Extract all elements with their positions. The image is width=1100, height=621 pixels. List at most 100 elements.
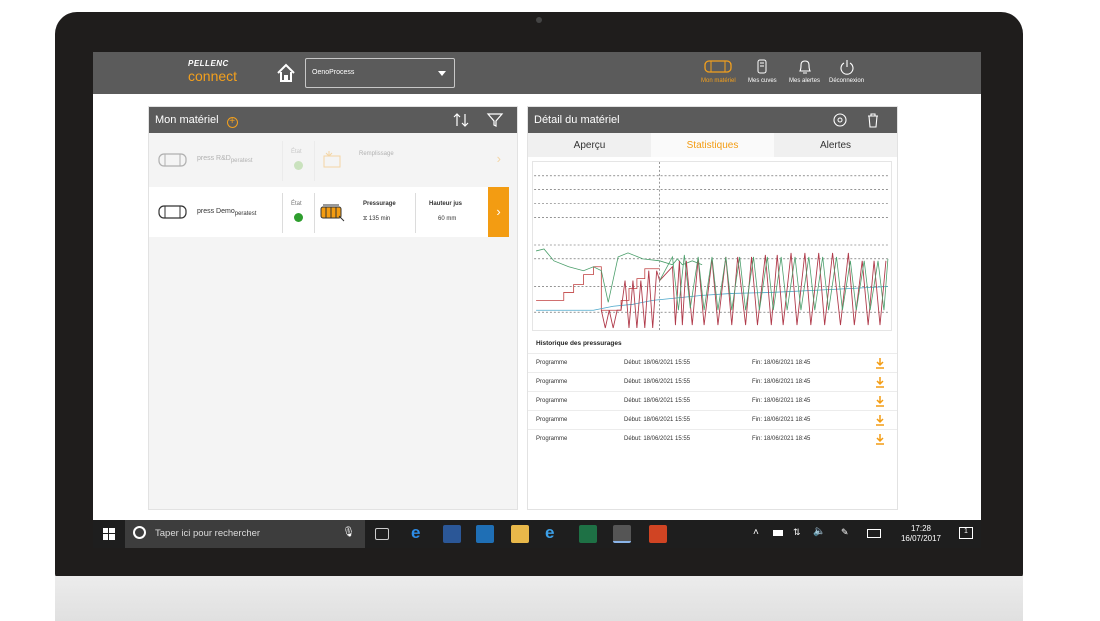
detail-tabs: Aperçu Statistiques Alertes	[528, 133, 897, 157]
word-icon[interactable]	[443, 525, 461, 543]
history-end: Fin: 18/06/2021 18:45	[752, 417, 811, 423]
history-start: Début: 18/06/2021 15:55	[624, 398, 691, 404]
bell-icon	[798, 60, 811, 74]
chart-gridlines	[534, 162, 890, 330]
detail-panel-header: Détail du matériel	[528, 107, 897, 133]
equipment-row-rd[interactable]: press R&Dperatest État Remplissage ›	[149, 135, 509, 187]
history-title: Historique des pressurages	[536, 340, 622, 347]
history-start: Début: 18/06/2021 15:55	[624, 417, 691, 423]
nav-mes-cuves[interactable]: Mes cuves	[748, 58, 777, 84]
screen: PELLENC connect OenoProcess Mon matériel…	[93, 52, 981, 548]
divider	[314, 141, 315, 181]
duration: ⧖ 135 min	[363, 216, 391, 222]
history-row: Programme Début: 18/06/2021 15:55 Fin: 1…	[528, 372, 897, 391]
keyboard-icon[interactable]	[867, 529, 881, 538]
divider	[415, 193, 416, 233]
history-program: Programme	[536, 379, 568, 385]
volume-icon[interactable]: 🔈	[813, 526, 825, 537]
download-icon[interactable]	[875, 357, 885, 369]
settings-icon[interactable]	[832, 112, 848, 128]
windows-taskbar: Taper ici pour rechercher 🎙 e e ˄ ⇅ 🔈 ✎ …	[93, 520, 981, 548]
equipment-row-demo[interactable]: press Demoperatest État Pressurage ⧖ 135…	[149, 187, 509, 237]
history-start: Début: 18/06/2021 15:55	[624, 379, 691, 385]
history-row: Programme Début: 18/06/2021 15:55 Fin: 1…	[528, 429, 897, 448]
history-end: Fin: 18/06/2021 18:45	[752, 398, 811, 404]
press-icon	[158, 205, 187, 219]
excel-icon[interactable]	[579, 525, 597, 543]
microphone-icon[interactable]: 🎙	[342, 527, 355, 538]
notification-center-icon[interactable]: 1	[959, 527, 973, 539]
metric-label: Hauteur jus	[429, 201, 463, 207]
history-program: Programme	[536, 398, 568, 404]
filling-icon	[323, 151, 341, 168]
webcam	[536, 17, 542, 23]
laptop-mockup: PELLENC connect OenoProcess Mon matériel…	[0, 0, 1100, 621]
sort-icon[interactable]	[452, 112, 470, 128]
edge-icon[interactable]: e	[411, 523, 429, 542]
metric-value: 60 mm	[438, 216, 457, 222]
chevron-up-icon[interactable]: ˄	[753, 527, 759, 538]
powerpoint-icon[interactable]	[649, 525, 667, 543]
file-explorer-icon[interactable]	[511, 525, 529, 543]
trash-icon[interactable]	[866, 112, 880, 128]
tab-statistiques[interactable]: Statistiques	[651, 133, 774, 157]
download-icon[interactable]	[875, 376, 885, 388]
nav-mes-alertes[interactable]: Mes alertes	[789, 58, 820, 84]
open-detail-button[interactable]: ›	[488, 187, 509, 237]
chevron-down-icon	[438, 71, 446, 76]
status-dot	[294, 161, 303, 170]
history-program: Programme	[536, 360, 568, 366]
download-icon[interactable]	[875, 433, 885, 445]
panel-title: Détail du matériel	[534, 114, 620, 126]
taskbar-clock[interactable]: 17:28 16/07/2017	[901, 524, 941, 544]
tab-alertes[interactable]: Alertes	[774, 133, 897, 157]
equipment-name: press R&Dperatest	[197, 155, 253, 164]
tank-icon	[757, 59, 767, 74]
device-select[interactable]: OenoProcess	[305, 58, 455, 88]
tab-apercu[interactable]: Aperçu	[528, 133, 651, 157]
divider	[282, 193, 283, 233]
etat-label: État	[291, 149, 302, 155]
laptop-base	[55, 576, 1023, 621]
hourglass-icon: ⧖	[363, 216, 368, 222]
pellenc-app-icon[interactable]	[613, 525, 631, 543]
history-row: Programme Début: 18/06/2021 15:55 Fin: 1…	[528, 410, 897, 429]
chevron-right-icon[interactable]: ›	[497, 151, 501, 166]
app-header: PELLENC connect OenoProcess Mon matériel…	[93, 52, 981, 94]
battery-icon[interactable]	[773, 530, 783, 536]
pellenc-connect-logo[interactable]: PELLENC connect	[188, 60, 237, 84]
network-icon[interactable]: ⇅	[793, 527, 801, 538]
equipment-panel-header: Mon matériel +	[149, 107, 517, 133]
nav-mon-materiel[interactable]: Mon matériel	[701, 58, 736, 84]
taskbar-search-input[interactable]: Taper ici pour rechercher 🎙	[125, 520, 365, 548]
history-program: Programme	[536, 417, 568, 423]
press-icon	[704, 60, 732, 73]
device-select-value: OenoProcess	[312, 69, 355, 76]
history-list: Programme Début: 18/06/2021 15:55 Fin: 1…	[528, 353, 897, 448]
press-icon	[158, 153, 187, 167]
step-label: Pressurage	[363, 201, 396, 207]
statistics-chart	[532, 161, 892, 331]
pressing-icon	[320, 204, 345, 222]
history-start: Début: 18/06/2021 15:55	[624, 436, 691, 442]
download-icon[interactable]	[875, 414, 885, 426]
equipment-panel: Mon matériel + press R&Dperatest État Re…	[148, 106, 518, 510]
windows-start-icon[interactable]	[103, 528, 115, 540]
history-row: Programme Début: 18/06/2021 15:55 Fin: 1…	[528, 391, 897, 410]
step-label: Remplissage	[359, 151, 394, 157]
internet-explorer-icon[interactable]: e	[545, 523, 563, 542]
history-end: Fin: 18/06/2021 18:45	[752, 436, 811, 442]
divider	[282, 141, 283, 181]
equipment-name: press Demoperatest	[197, 208, 257, 217]
divider	[314, 193, 315, 233]
home-icon[interactable]	[275, 62, 297, 84]
history-row: Programme Début: 18/06/2021 15:55 Fin: 1…	[528, 353, 897, 372]
add-icon[interactable]: +	[226, 117, 238, 128]
download-icon[interactable]	[875, 395, 885, 407]
filter-icon[interactable]	[486, 112, 504, 128]
history-start: Début: 18/06/2021 15:55	[624, 360, 691, 366]
outlook-icon[interactable]	[476, 525, 494, 543]
nav-deconnexion[interactable]: Déconnexion	[829, 58, 864, 84]
pen-icon[interactable]: ✎	[841, 527, 849, 538]
task-view-icon[interactable]	[375, 528, 389, 540]
